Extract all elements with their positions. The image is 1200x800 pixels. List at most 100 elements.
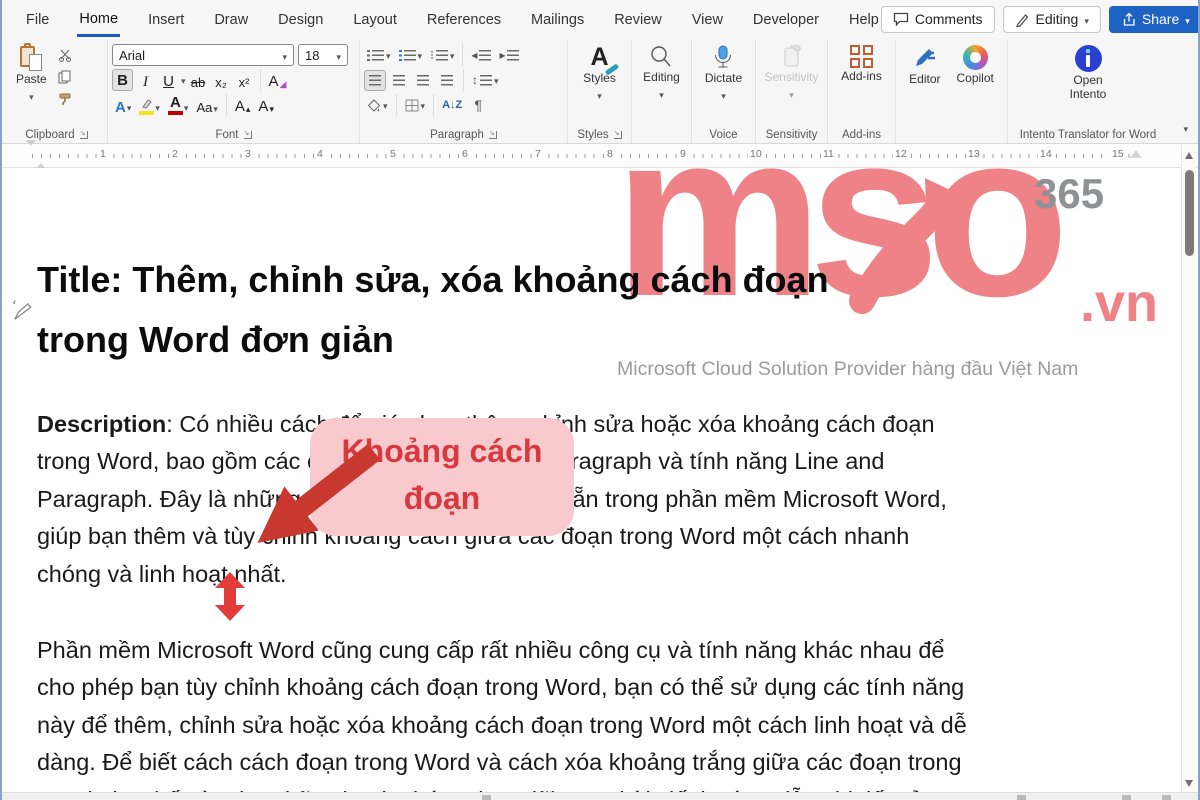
scroll-down-arrow-icon[interactable] bbox=[1185, 780, 1193, 787]
font-group: Arial 18 B I U ab x₂ x² bbox=[108, 40, 360, 143]
comments-button[interactable]: Comments bbox=[881, 6, 995, 33]
grow-font-button[interactable]: A▴ bbox=[232, 94, 254, 116]
scrollbar-thumb[interactable] bbox=[1185, 170, 1194, 256]
shrink-font-button[interactable]: A▾ bbox=[255, 94, 277, 116]
open-intento-button[interactable]: Open Intento bbox=[1058, 42, 1118, 105]
tab-insert[interactable]: Insert bbox=[146, 3, 186, 35]
scissors-icon bbox=[58, 48, 72, 62]
copy-button[interactable] bbox=[55, 68, 75, 86]
ruler-number: 10 bbox=[748, 148, 764, 160]
numbered-list-icon bbox=[399, 50, 402, 61]
multilevel-list-button[interactable]: ⁝ bbox=[427, 45, 457, 66]
change-case-button[interactable]: Aa bbox=[193, 94, 220, 116]
align-center-button[interactable] bbox=[388, 70, 410, 91]
styles-group: A Styles Styles bbox=[568, 40, 632, 143]
subscript-button[interactable]: x₂ bbox=[211, 69, 232, 91]
font-size-select[interactable]: 18 bbox=[298, 44, 348, 66]
chevron-down-icon bbox=[127, 99, 132, 116]
align-right-button[interactable] bbox=[412, 70, 434, 91]
clipboard-group-label: Clipboard bbox=[25, 129, 74, 141]
window-actions: Comments Editing Share bbox=[881, 6, 1200, 33]
styles-dialog-launcher[interactable] bbox=[614, 131, 622, 139]
highlight-color-button[interactable] bbox=[136, 94, 163, 116]
intento-group-label: Intento Translator for Word bbox=[1020, 129, 1157, 141]
editing-mode-button[interactable]: Editing bbox=[1003, 6, 1101, 33]
font-group-label: Font bbox=[215, 129, 238, 141]
dictate-button[interactable]: Dictate bbox=[699, 42, 748, 105]
borders-button[interactable] bbox=[402, 95, 429, 116]
indent-icon: ▸ bbox=[499, 48, 505, 62]
justify-button[interactable] bbox=[436, 70, 458, 91]
down-arrow-icon: ▾ bbox=[269, 105, 274, 115]
show-formatting-marks-button[interactable]: ¶ bbox=[467, 95, 489, 116]
pencil-icon bbox=[1015, 12, 1030, 27]
paragraph-dialog-launcher[interactable] bbox=[489, 131, 497, 139]
styles-label: Styles bbox=[583, 72, 616, 86]
addins-button[interactable]: Add-ins bbox=[835, 42, 888, 87]
line-spacing-button[interactable]: ↕ bbox=[469, 70, 502, 91]
document-page[interactable]: mso 365 .vn Microsoft Cloud Solution Pro… bbox=[2, 168, 1198, 792]
ruler-number: 9 bbox=[678, 148, 688, 160]
format-painter-button[interactable] bbox=[55, 90, 75, 108]
shading-button[interactable] bbox=[364, 95, 391, 116]
tab-draw[interactable]: Draw bbox=[212, 3, 250, 35]
intento-icon bbox=[1075, 45, 1102, 72]
ribbon-tabs: File Home Insert Draw Design Layout Refe… bbox=[24, 2, 881, 37]
vertical-scrollbar[interactable] bbox=[1181, 145, 1196, 792]
paste-label: Paste bbox=[16, 73, 47, 87]
copilot-button[interactable]: Copilot bbox=[951, 42, 1000, 89]
editor-button[interactable]: Editor bbox=[903, 42, 946, 90]
font-name-select[interactable]: Arial bbox=[112, 44, 294, 66]
italic-button[interactable]: I bbox=[135, 69, 156, 91]
tab-design[interactable]: Design bbox=[276, 3, 325, 35]
editing-mode-label: Editing bbox=[1036, 11, 1079, 27]
tab-view[interactable]: View bbox=[690, 3, 725, 35]
align-left-button[interactable] bbox=[364, 70, 386, 91]
clipboard-dialog-launcher[interactable] bbox=[80, 131, 88, 139]
clear-formatting-button[interactable]: A◢ bbox=[266, 69, 290, 91]
tab-help[interactable]: Help bbox=[847, 3, 881, 35]
collapse-ribbon-button[interactable] bbox=[1183, 119, 1188, 137]
right-indent-marker[interactable] bbox=[1130, 150, 1142, 158]
tab-file[interactable]: File bbox=[24, 3, 51, 35]
underline-button[interactable]: U bbox=[158, 69, 179, 91]
font-dialog-launcher[interactable] bbox=[244, 131, 252, 139]
increase-indent-button[interactable]: ▸ bbox=[496, 45, 522, 66]
sort-button[interactable]: A↓Z bbox=[439, 95, 465, 116]
text-effects-button[interactable]: A bbox=[112, 94, 134, 116]
ruler-number: 12 bbox=[893, 148, 909, 160]
scroll-up-arrow-icon[interactable] bbox=[1185, 152, 1193, 159]
tab-review[interactable]: Review bbox=[612, 3, 664, 35]
tab-references[interactable]: References bbox=[425, 3, 503, 35]
bullets-button[interactable] bbox=[364, 45, 394, 66]
left-indent-marker[interactable] bbox=[26, 146, 37, 164]
strikethrough-button[interactable]: ab bbox=[188, 69, 209, 91]
chevron-down-icon bbox=[1084, 11, 1089, 27]
chevron-down-icon bbox=[421, 96, 426, 114]
chevron-down-icon bbox=[386, 46, 391, 64]
description-paragraph: Description: Có nhiều cách để giúp bạn t… bbox=[37, 406, 1127, 594]
tab-layout[interactable]: Layout bbox=[351, 3, 399, 35]
font-name-value: Arial bbox=[119, 48, 145, 63]
tab-developer[interactable]: Developer bbox=[751, 3, 821, 35]
paragraph-group: ⁝ ◂ ▸ ↕ bbox=[360, 40, 568, 143]
numbering-button[interactable] bbox=[396, 45, 426, 66]
paste-button[interactable]: Paste bbox=[10, 42, 53, 106]
font-color-button[interactable]: A bbox=[165, 94, 192, 116]
copy-icon bbox=[58, 70, 72, 84]
superscript-button[interactable]: x² bbox=[234, 69, 255, 91]
chevron-down-icon bbox=[383, 96, 388, 114]
editing-button[interactable]: Editing bbox=[637, 42, 686, 104]
chevron-down-icon bbox=[418, 46, 423, 64]
horizontal-ruler[interactable]: 1 2 3 4 5 6 7 8 9 10 11 12 13 14 15 bbox=[2, 144, 1198, 168]
copilot-pencil-icon[interactable] bbox=[10, 298, 32, 324]
tab-mailings[interactable]: Mailings bbox=[529, 3, 586, 35]
cut-button[interactable] bbox=[55, 46, 75, 64]
styles-button[interactable]: A Styles bbox=[577, 42, 622, 105]
decrease-indent-button[interactable]: ◂ bbox=[468, 45, 494, 66]
tab-home[interactable]: Home bbox=[77, 2, 120, 37]
mso-365-text: 365 bbox=[1034, 170, 1104, 218]
share-button[interactable]: Share bbox=[1109, 6, 1200, 33]
intento-group: Open Intento Intento Translator for Word bbox=[1008, 40, 1168, 143]
bold-button[interactable]: B bbox=[112, 69, 133, 91]
